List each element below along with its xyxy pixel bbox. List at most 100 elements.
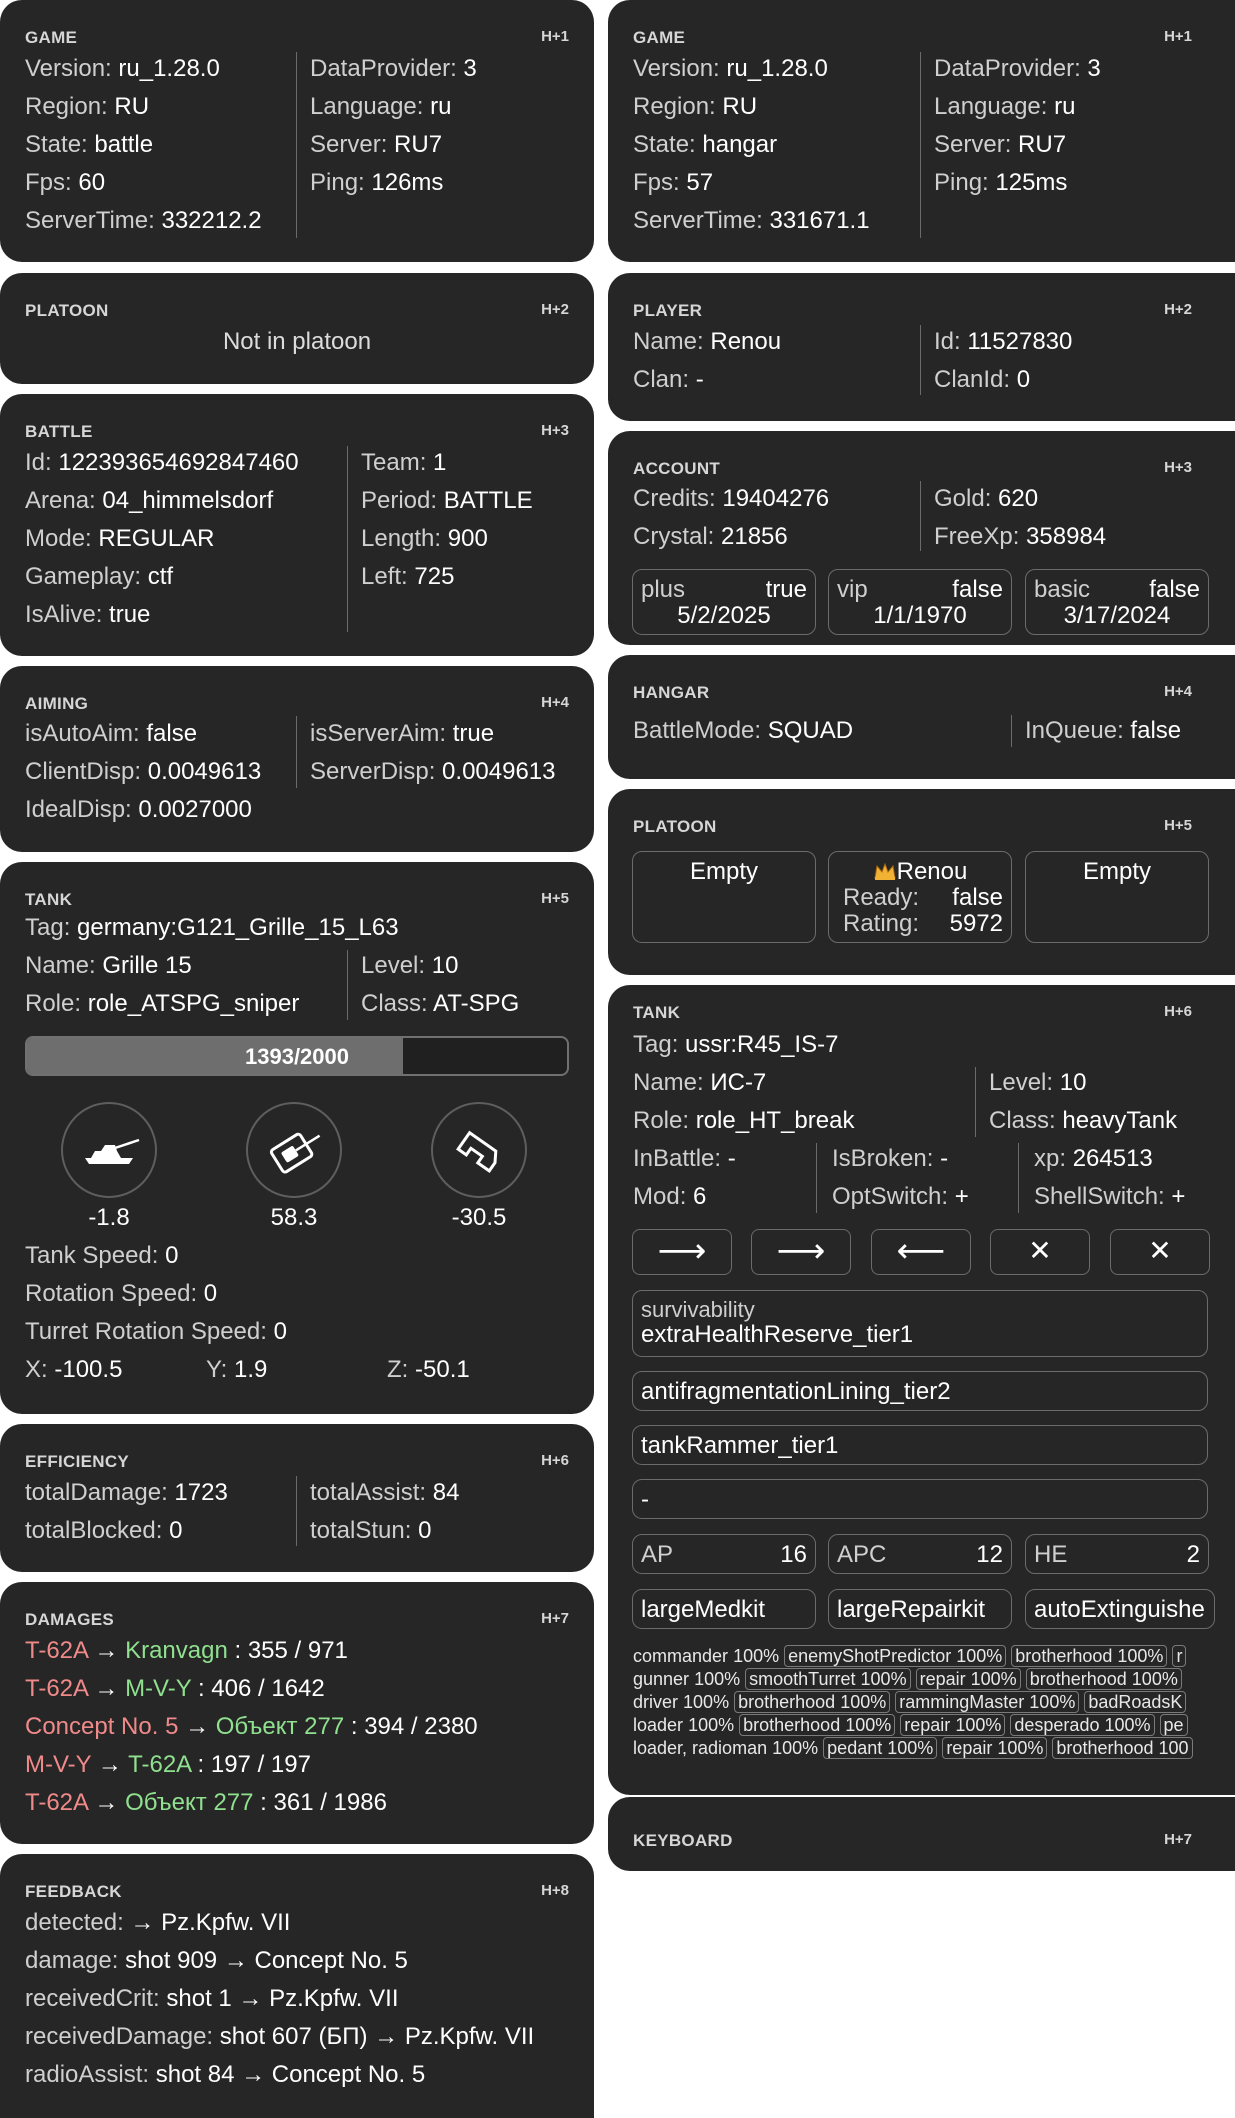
panel-title: PLATOON <box>25 301 109 320</box>
feedback-row: receivedDamage: shot 607 (БП) → Pz.Kpfw.… <box>25 2023 535 2050</box>
panel-hotkey: H+2 <box>1164 301 1192 318</box>
setup-switch-button[interactable]: ⟵ <box>871 1229 971 1275</box>
damage-row: M-V-Y → T-62A : 197 / 197 <box>25 1751 311 1778</box>
tank-class-row: Class: heavyTank <box>989 1107 1178 1134</box>
panel-hotkey: H+1 <box>1164 28 1192 45</box>
platoon-slot-player: Renou Ready: false Rating: 5972 <box>828 851 1012 943</box>
game-panel: GAME H+1 Version: ru_1.28.0 Region: RU S… <box>608 0 1235 262</box>
panel-title: ACCOUNT <box>633 459 721 478</box>
gun-elevation-icon <box>431 1102 527 1198</box>
panel-title: GAME <box>25 28 78 47</box>
isbroken-row: IsBroken: - <box>832 1145 949 1172</box>
crystal-row: Crystal: 21856 <box>633 523 788 550</box>
pos-x-row: X: -100.5 <box>25 1356 123 1383</box>
setup-switch-button[interactable]: ⟶ <box>632 1229 732 1275</box>
hangar-panel: HANGAR H+4 BattleMode: SQUAD InQueue: fa… <box>608 655 1235 779</box>
tank-role-row: Role: role_ATSPG_sniper <box>25 990 300 1017</box>
rotation-speed-row: Rotation Speed: 0 <box>25 1280 218 1307</box>
tank-turret-icon <box>246 1102 342 1198</box>
equipment-slot: tankRammer_tier1 <box>632 1425 1208 1465</box>
crown-icon <box>873 860 897 880</box>
state-row: State: battle <box>25 131 154 158</box>
shell-apc: APC 12 <box>828 1534 1012 1574</box>
panel-title: DAMAGES <box>25 1610 114 1629</box>
equipment-slot: antifragmentationLining_tier2 <box>632 1371 1208 1411</box>
totalblocked-row: totalBlocked: 0 <box>25 1517 183 1544</box>
isalive-row: IsAlive: true <box>25 601 151 628</box>
feedback-row: radioAssist: shot 84 → Concept No. 5 <box>25 2061 426 2088</box>
tank-panel: TANK H+5 Tag: germany:G121_Grille_15_L63… <box>0 862 594 1414</box>
server-row: Server: RU7 <box>934 131 1067 158</box>
idealdisp-row: IdealDisp: 0.0027000 <box>25 796 252 823</box>
panel-title: PLATOON <box>633 817 717 836</box>
crew-row: driver 100% brotherhood 100% rammingMast… <box>633 1691 1187 1714</box>
gun-angle-value: -30.5 <box>451 1204 507 1231</box>
player-clan-row: Clan: - <box>633 366 704 393</box>
efficiency-panel: EFFICIENCY H+6 totalDamage: 1723 totalBl… <box>0 1424 594 1572</box>
platoon-status: Not in platoon <box>222 328 372 355</box>
divider <box>296 52 297 238</box>
shellswitch-row: ShellSwitch: + <box>1034 1183 1186 1210</box>
panel-hotkey: H+1 <box>541 28 569 45</box>
player-name-row: Name: Renou <box>633 328 782 355</box>
freexp-row: FreeXp: 358984 <box>934 523 1107 550</box>
crew-row: loader, radioman 100% pedant 100% repair… <box>633 1737 1193 1760</box>
damage-row: T-62A → M-V-Y : 406 / 1642 <box>25 1675 325 1702</box>
game-panel: GAME H+1 Version: ru_1.28.0 Region: RU S… <box>0 0 594 262</box>
period-row: Period: BATTLE <box>361 487 533 514</box>
battle-id-row: Id: 122393654692847460 <box>25 449 299 476</box>
setup-switch-button[interactable]: ✕ <box>1110 1229 1210 1275</box>
mode-row: Mode: REGULAR <box>25 525 215 552</box>
divider <box>1018 1143 1019 1213</box>
tank-name-row: Name: Grille 15 <box>25 952 192 979</box>
length-row: Length: 900 <box>361 525 488 552</box>
version-row: Version: ru_1.28.0 <box>25 55 220 82</box>
setup-switch-button[interactable]: ⟶ <box>751 1229 851 1275</box>
panel-hotkey: H+4 <box>541 694 569 711</box>
equipment-slot: - <box>632 1479 1208 1519</box>
panel-title: KEYBOARD <box>633 1831 733 1850</box>
panel-hotkey: H+3 <box>1164 459 1192 476</box>
panel-title: BATTLE <box>25 422 93 441</box>
panel-title: FEEDBACK <box>25 1882 122 1901</box>
divider <box>816 1143 817 1213</box>
feedback-row: detected: → Pz.Kpfw. VII <box>25 1909 291 1936</box>
panel-hotkey: H+3 <box>541 422 569 439</box>
pos-z-row: Z: -50.1 <box>387 1356 470 1383</box>
optswitch-row: OptSwitch: + <box>832 1183 969 1210</box>
battlemode-row: BattleMode: SQUAD <box>633 717 854 744</box>
panel-title: EFFICIENCY <box>25 1452 130 1471</box>
divider <box>347 446 348 632</box>
panel-hotkey: H+4 <box>1164 683 1192 700</box>
keyboard-panel: KEYBOARD H+7 <box>608 1797 1235 1871</box>
language-row: Language: ru <box>310 93 452 120</box>
setup-switch-button[interactable]: ✕ <box>990 1229 1090 1275</box>
divider <box>920 52 921 238</box>
totalstun-row: totalStun: 0 <box>310 1517 432 1544</box>
consumable-slot: autoExtinguishe <box>1025 1589 1215 1629</box>
tank-speed-row: Tank Speed: 0 <box>25 1242 179 1269</box>
panel-title: AIMING <box>25 694 89 713</box>
platoon-panel: PLATOON H+5 Empty Renou Ready: false Rat… <box>608 789 1235 975</box>
ping-row: Ping: 125ms <box>934 169 1068 196</box>
player-panel: PLAYER H+2 Name: Renou Clan: - Id: 11527… <box>608 273 1235 421</box>
state-row: State: hangar <box>633 131 778 158</box>
crew-row: gunner 100% smoothTurret 100% repair 100… <box>633 1668 1182 1691</box>
feedback-panel: FEEDBACK H+8 detected: → Pz.Kpfw. VII da… <box>0 1854 594 2118</box>
platoon-slot-empty: Empty <box>1025 851 1209 943</box>
feedback-row: receivedCrit: shot 1 → Pz.Kpfw. VII <box>25 1985 399 2012</box>
platoon-player-name: Renou <box>896 858 968 885</box>
tank-name-row: Name: ИС-7 <box>633 1069 767 1096</box>
arena-row: Arena: 04_himmelsdorf <box>25 487 274 514</box>
dataprovider-row: DataProvider: 3 <box>934 55 1101 82</box>
fps-row: Fps: 57 <box>633 169 714 196</box>
divider <box>296 1476 297 1546</box>
crew-row: commander 100% enemyShotPredictor 100% b… <box>633 1645 1187 1668</box>
subscription-plus: plus true 5/2/2025 <box>632 569 816 635</box>
panel-hotkey: H+6 <box>541 1452 569 1469</box>
panel-hotkey: H+5 <box>541 890 569 907</box>
panel-hotkey: H+7 <box>1164 1831 1192 1848</box>
hull-angle-value: -1.8 <box>88 1204 130 1231</box>
ping-row: Ping: 126ms <box>310 169 444 196</box>
health-bar: 1393/2000 <box>25 1036 569 1076</box>
